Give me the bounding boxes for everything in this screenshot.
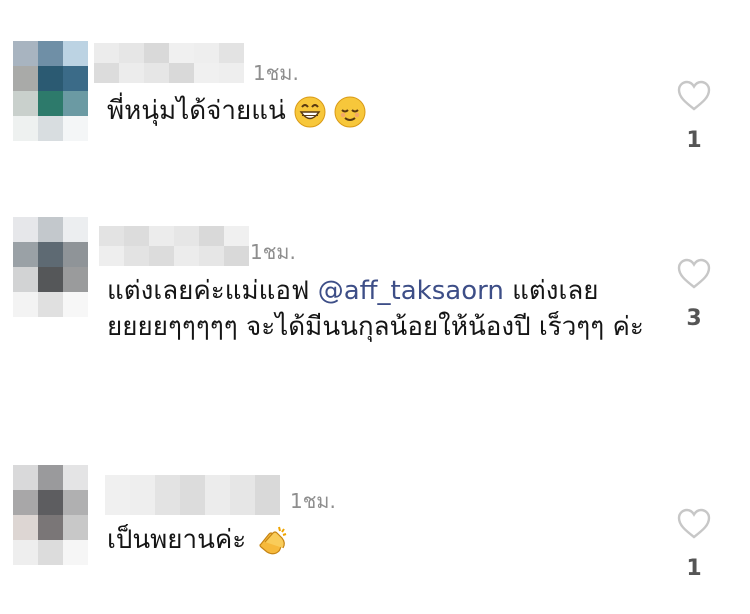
- username-blur-tile: [155, 475, 180, 495]
- username-blur-tile: [105, 475, 130, 495]
- like-heart-icon[interactable]: [677, 508, 711, 540]
- username-blur-tile: [255, 475, 280, 495]
- comment-timestamp: 1ชม.: [290, 489, 336, 513]
- avatar-pixel: [38, 515, 63, 540]
- comment-3: 1ชม. เป็นพยานค่ะ 1: [0, 0, 750, 614]
- username-blur-tile: [155, 495, 180, 515]
- avatar-pixel: [13, 540, 38, 565]
- avatar[interactable]: [13, 465, 88, 565]
- avatar-pixel: [13, 465, 38, 490]
- username-blur-tile: [205, 495, 230, 515]
- username-blur-tile: [130, 495, 155, 515]
- comment-text: เป็นพยานค่ะ: [107, 522, 647, 558]
- username-blur-tile: [255, 495, 280, 515]
- avatar-pixel: [38, 465, 63, 490]
- username-blur-tile: [230, 475, 255, 495]
- username-blur-tile: [180, 495, 205, 515]
- username-blur-tile: [205, 475, 230, 495]
- avatar-pixel: [38, 540, 63, 565]
- clapping-hands-icon: [258, 526, 286, 554]
- avatar-pixel: [38, 490, 63, 515]
- username-blur-tile: [130, 475, 155, 495]
- avatar-pixel: [63, 490, 88, 515]
- avatar-pixel: [13, 490, 38, 515]
- username-blur-tile: [105, 495, 130, 515]
- comment-text-body: เป็นพยานค่ะ: [107, 525, 247, 555]
- username-blur-tile: [230, 495, 255, 515]
- avatar-pixel: [63, 540, 88, 565]
- like-count: 1: [686, 556, 702, 581]
- avatar-pixel: [13, 515, 38, 540]
- avatar-pixel: [63, 515, 88, 540]
- username-blur-tile: [180, 475, 205, 495]
- avatar-pixel: [63, 465, 88, 490]
- username[interactable]: [105, 475, 280, 515]
